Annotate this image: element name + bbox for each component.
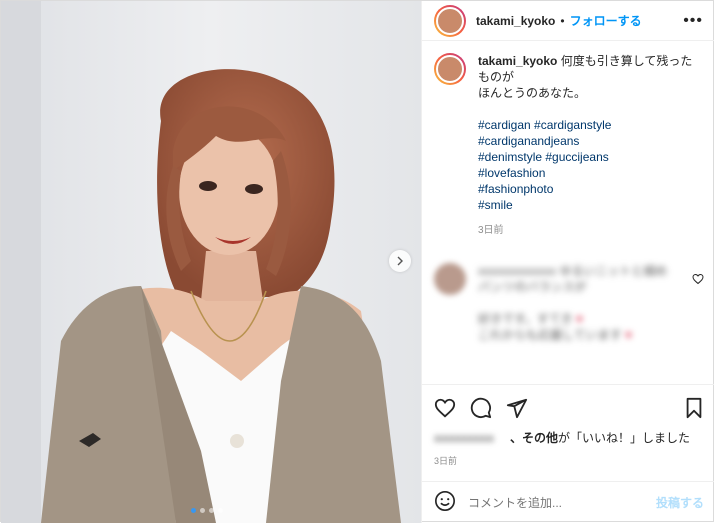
author-username[interactable]: takami_kyoko <box>476 14 555 28</box>
post-actions: xxxxxxxxxx 、その他 が「いいね！」しました 3日前 投稿する <box>422 384 714 523</box>
carousel-dot <box>209 508 214 513</box>
hashtag-link[interactable]: #denimstyle #guccijeans <box>478 149 704 165</box>
likes-text: が「いいね！」しました <box>558 431 691 445</box>
caption-body: takami_kyoko 何度も引き算して残ったものが ほんとうのあなた。 #c… <box>478 53 704 239</box>
commenter-avatar[interactable] <box>434 263 466 295</box>
post-header: takami_kyoko • フォローする ••• <box>422 1 714 41</box>
liker-username[interactable]: xxxxxxxxxx <box>434 431 510 445</box>
save-button[interactable] <box>684 397 704 422</box>
hashtag-link[interactable]: #smile <box>478 197 704 213</box>
hashtag-link[interactable]: #fashionphoto <box>478 181 704 197</box>
comment-button[interactable] <box>470 397 492 422</box>
hashtag-link[interactable]: #lovefashion <box>478 165 704 181</box>
caption-timestamp: 3日前 <box>478 225 504 236</box>
likes-others[interactable]: 、その他 <box>510 429 558 446</box>
follow-button[interactable]: フォローする <box>570 12 642 29</box>
post-image <box>1 1 421 523</box>
caption-text-line2: ほんとうのあなた。 <box>478 86 587 100</box>
action-icons <box>422 385 714 421</box>
caption-avatar[interactable] <box>434 53 466 85</box>
bookmark-icon <box>686 397 702 418</box>
comment-input[interactable] <box>468 495 656 510</box>
chevron-right-icon <box>397 256 403 266</box>
post-timestamp: 3日前 <box>434 456 458 466</box>
carousel-dot <box>200 508 205 513</box>
comment-like-button[interactable] <box>692 273 704 343</box>
comment-body: xxxxxxxxxxxxx ゆるいニットと細めパンツのバランスが 好きです。すて… <box>478 264 668 342</box>
heart-icon <box>434 398 456 417</box>
caption-username[interactable]: takami_kyoko <box>478 54 557 68</box>
post-window: takami_kyoko • フォローする ••• takami_kyoko 何… <box>0 0 714 523</box>
comments-area: takami_kyoko 何度も引き算して残ったものが ほんとうのあなた。 #c… <box>422 53 714 383</box>
carousel-indicator <box>191 508 223 513</box>
carousel-dot <box>218 508 223 513</box>
likes-summary[interactable]: xxxxxxxxxx 、その他 が「いいね！」しました <box>422 421 714 446</box>
paper-plane-icon <box>506 398 528 418</box>
header-separator: • <box>560 13 565 28</box>
like-button[interactable] <box>434 397 456 422</box>
commenter-username[interactable]: xxxxxxxxxxxxx <box>478 264 556 278</box>
heart-icon <box>692 273 704 285</box>
post-comment-button[interactable]: 投稿する <box>656 494 704 511</box>
hashtag-list: #cardigan #cardiganstyle #cardiganandjea… <box>478 117 704 213</box>
comment-text: 好きです。すてき <box>478 312 573 326</box>
comment-text: これからも応援しています <box>478 328 622 342</box>
author-avatar[interactable] <box>434 4 466 37</box>
post-side-panel: takami_kyoko • フォローする ••• takami_kyoko 何… <box>421 1 714 523</box>
post-photo[interactable] <box>1 1 421 523</box>
add-comment-bar: 投稿する <box>422 481 714 523</box>
emoji-button[interactable] <box>434 490 456 515</box>
hashtag-link[interactable]: #cardigan #cardiganstyle <box>478 117 704 133</box>
caption: takami_kyoko 何度も引き算して残ったものが ほんとうのあなた。 #c… <box>422 53 714 239</box>
hashtag-link[interactable]: #cardiganandjeans <box>478 133 704 149</box>
more-options-button[interactable]: ••• <box>683 12 703 30</box>
carousel-dot <box>191 508 196 513</box>
comment-item: xxxxxxxxxxxxx ゆるいニットと細めパンツのバランスが 好きです。すて… <box>422 263 714 343</box>
smiley-icon <box>435 491 455 511</box>
share-button[interactable] <box>506 397 528 422</box>
next-photo-button[interactable] <box>389 250 411 272</box>
comment-bubble-icon <box>470 397 492 418</box>
